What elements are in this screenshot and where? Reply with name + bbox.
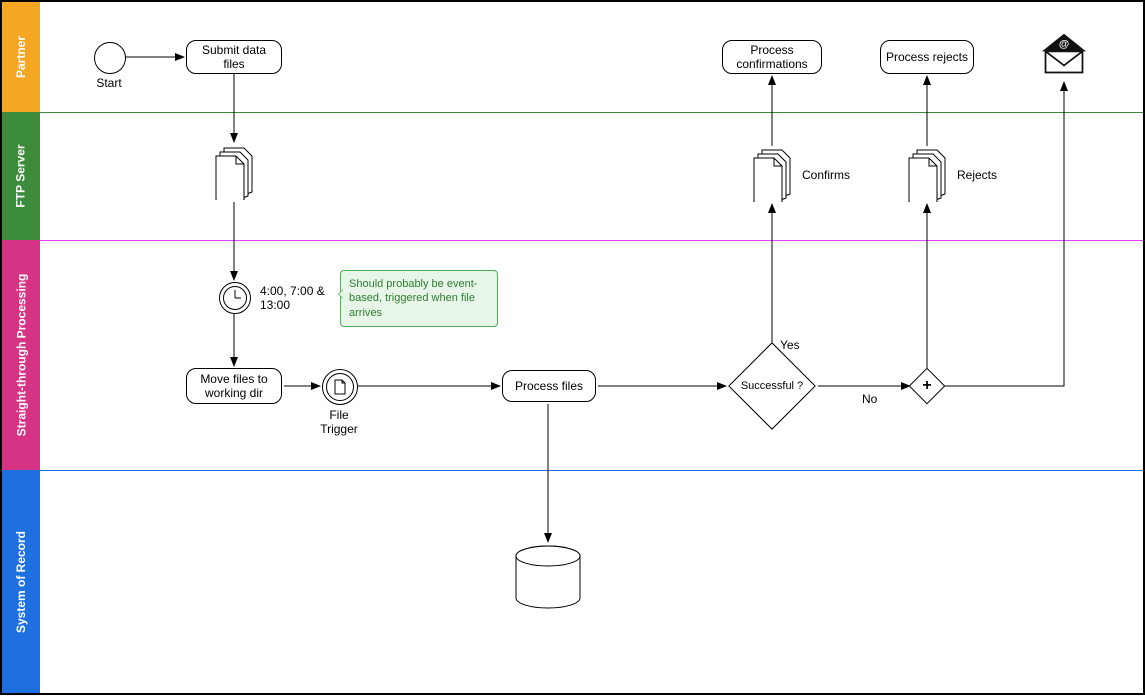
task-process-rejects: Process rejects bbox=[880, 40, 974, 74]
task-process-confirmations: Process confirmations bbox=[722, 40, 822, 74]
swimlane-diagram: Partner FTP Server Straight-through Proc… bbox=[0, 0, 1145, 695]
file-trigger-label: File Trigger bbox=[314, 408, 364, 436]
task-process-files-text: Process files bbox=[515, 379, 583, 393]
lane-partner-label: Partner bbox=[14, 36, 28, 78]
plus-icon: + bbox=[922, 378, 931, 394]
decision-successful: Successful ? bbox=[727, 356, 817, 416]
docs-inbound bbox=[212, 146, 258, 200]
task-process-rejects-text: Process rejects bbox=[886, 50, 968, 64]
svg-text:@: @ bbox=[1059, 38, 1069, 50]
task-submit-text: Submit data files bbox=[191, 43, 277, 71]
lane-border-ftp-stp bbox=[40, 240, 1143, 241]
lane-border-stp-sor bbox=[40, 470, 1143, 471]
task-move-files: Move files to working dir bbox=[186, 368, 282, 404]
timer-times-label: 4:00, 7:00 & 13:00 bbox=[260, 284, 330, 312]
task-move-files-text: Move files to working dir bbox=[191, 372, 277, 400]
lane-ftp: FTP Server bbox=[2, 112, 40, 240]
comment-text: Should probably be event-based, triggere… bbox=[349, 278, 477, 319]
docs-confirms bbox=[750, 148, 796, 202]
lane-stp-label: Straight-through Processing bbox=[14, 274, 28, 437]
lane-ftp-label: FTP Server bbox=[14, 144, 28, 207]
start-event bbox=[94, 42, 126, 74]
lane-partner: Partner bbox=[2, 2, 40, 112]
mail-icon: @ bbox=[1037, 32, 1091, 76]
docs-confirms-label: Confirms bbox=[802, 168, 850, 182]
parallel-gateway: + bbox=[910, 369, 944, 403]
lane-stp: Straight-through Processing bbox=[2, 240, 40, 470]
task-process-files: Process files bbox=[502, 370, 596, 402]
comment-note: Should probably be event-based, triggere… bbox=[340, 270, 498, 327]
file-trigger-event bbox=[322, 369, 358, 405]
task-process-confirmations-text: Process confirmations bbox=[727, 43, 817, 71]
timer-event bbox=[219, 282, 251, 314]
task-submit: Submit data files bbox=[186, 40, 282, 74]
lane-sor: System of Record bbox=[2, 470, 40, 693]
datastore bbox=[513, 544, 583, 614]
docs-rejects-label: Rejects bbox=[957, 168, 997, 182]
lane-border-partner-ftp bbox=[40, 112, 1143, 113]
start-label: Start bbox=[94, 76, 124, 90]
decision-yes-label: Yes bbox=[780, 338, 800, 352]
decision-no-label: No bbox=[862, 392, 877, 406]
lane-sor-label: System of Record bbox=[14, 530, 28, 632]
docs-rejects bbox=[905, 148, 951, 202]
decision-text: Successful ? bbox=[741, 380, 803, 392]
